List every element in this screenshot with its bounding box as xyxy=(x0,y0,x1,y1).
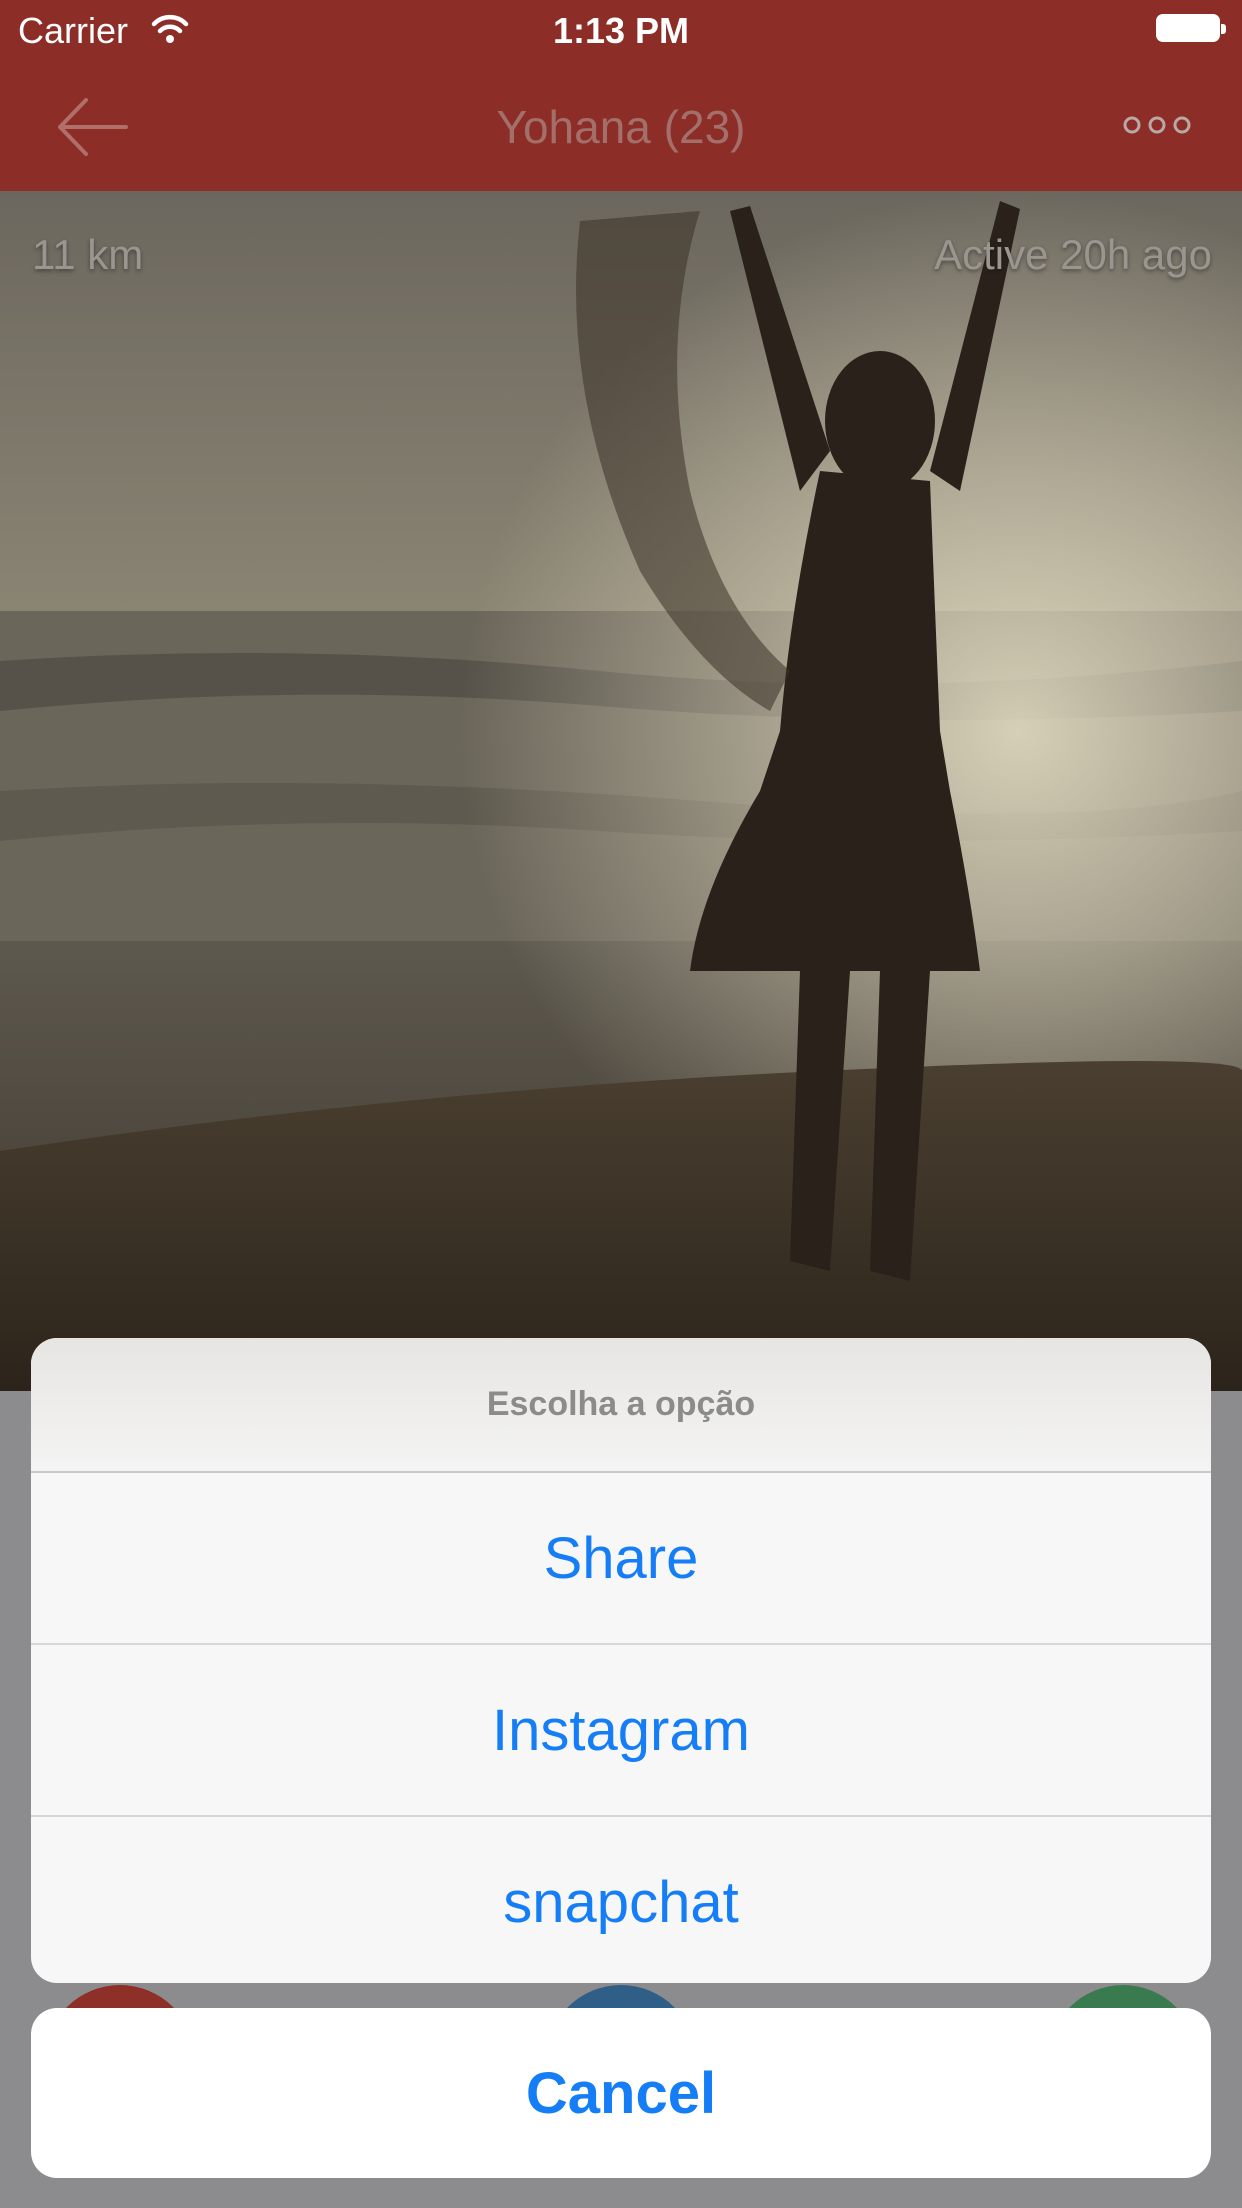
header-bar: Carrier 1:13 PM Yohana (23) xyxy=(0,0,1242,191)
more-dots-icon[interactable] xyxy=(1122,110,1192,140)
page-title: Yohana (23) xyxy=(496,101,746,153)
snapchat-option[interactable]: snapchat xyxy=(31,1817,1211,1983)
clock: 1:13 PM xyxy=(552,10,690,51)
battery-icon xyxy=(1156,14,1226,42)
action-sheet-title: Escolha a opção xyxy=(31,1338,1211,1473)
cancel-button[interactable]: Cancel xyxy=(31,2008,1211,2178)
status-bar: Carrier 1:13 PM xyxy=(0,0,1242,62)
navigation-bar: Yohana (23) xyxy=(0,62,1242,191)
instagram-option[interactable]: Instagram xyxy=(31,1645,1211,1817)
profile-photo: 11 km Active 20h ago xyxy=(0,191,1242,1391)
active-status-label: Active 20h ago xyxy=(934,231,1212,278)
beach-silhouette-image xyxy=(0,191,1242,1391)
distance-label: 11 km xyxy=(32,231,144,278)
share-option[interactable]: Share xyxy=(31,1473,1211,1645)
action-sheet: Escolha a opção Share Instagram snapchat xyxy=(31,1338,1211,1983)
